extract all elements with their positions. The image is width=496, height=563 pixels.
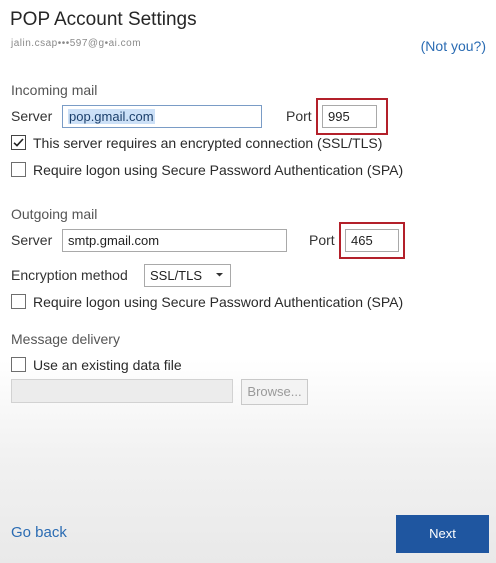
ssl-required-label: This server requires an encrypted connec… — [33, 135, 383, 151]
existing-data-file-label: Use an existing data file — [33, 357, 182, 373]
outgoing-spa-checkbox[interactable] — [11, 294, 26, 309]
outgoing-port-label: Port — [309, 232, 335, 248]
chevron-down-icon — [216, 273, 223, 277]
incoming-server-value: pop.gmail.com — [68, 109, 155, 124]
incoming-server-input[interactable]: pop.gmail.com — [62, 105, 262, 128]
data-file-path-input — [11, 379, 233, 403]
encryption-method-select[interactable]: SSL/TLS — [144, 264, 231, 287]
encryption-method-value: SSL/TLS — [150, 268, 203, 283]
ssl-required-checkbox[interactable] — [11, 135, 26, 150]
next-button[interactable]: Next — [396, 515, 489, 553]
incoming-port-label: Port — [286, 108, 312, 124]
incoming-mail-heading: Incoming mail — [11, 82, 98, 98]
encryption-method-label: Encryption method — [11, 267, 128, 283]
outgoing-spa-label: Require logon using Secure Password Auth… — [33, 294, 404, 310]
incoming-spa-label: Require logon using Secure Password Auth… — [33, 162, 404, 178]
browse-button: Browse... — [241, 379, 308, 405]
go-back-link[interactable]: Go back — [11, 524, 67, 541]
checkmark-icon — [13, 138, 24, 147]
dialog-title: POP Account Settings — [10, 9, 197, 30]
incoming-port-input[interactable]: 995 — [322, 105, 377, 128]
message-delivery-heading: Message delivery — [11, 331, 120, 347]
outgoing-port-input[interactable]: 465 — [345, 229, 399, 252]
outgoing-server-label: Server — [11, 232, 53, 248]
incoming-spa-checkbox[interactable] — [11, 162, 26, 177]
account-email: jalin.csap•••597@g•ai.com — [11, 38, 142, 49]
outgoing-server-input[interactable]: smtp.gmail.com — [62, 229, 287, 252]
not-you-link[interactable]: (Not you?) — [421, 38, 486, 54]
outgoing-mail-heading: Outgoing mail — [11, 206, 98, 222]
existing-data-file-checkbox[interactable] — [11, 357, 26, 372]
incoming-server-label: Server — [11, 108, 53, 124]
